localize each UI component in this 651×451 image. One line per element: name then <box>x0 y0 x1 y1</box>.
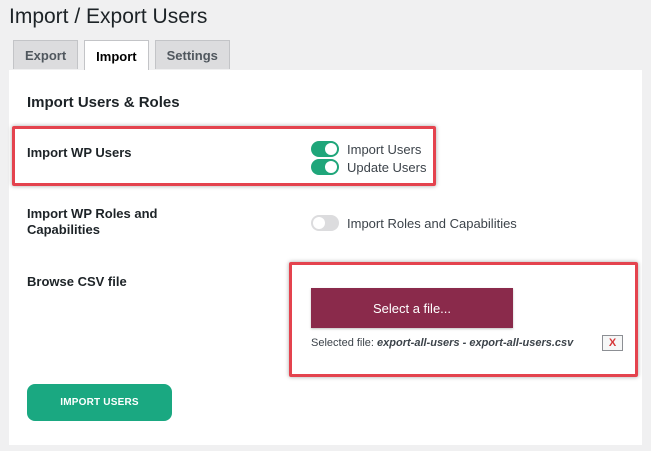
toggle-knob <box>313 217 325 229</box>
import-panel: Import Users & Roles Import WP Users Imp… <box>9 70 642 445</box>
import-users-button[interactable]: IMPORT USERS <box>27 384 172 421</box>
page-title: Import / Export Users <box>9 5 208 28</box>
import-roles-toggle[interactable] <box>311 215 339 231</box>
import-roles-label-line1: Import WP Roles and <box>27 206 158 221</box>
update-users-label: Update Users <box>347 159 427 175</box>
selected-file-name: export-all-users - export-all-users.csv <box>377 337 574 349</box>
selected-file-text: Selected file: export-all-users - export… <box>311 337 573 349</box>
toggle-knob <box>325 143 337 155</box>
selected-file-prefix: Selected file: <box>311 337 374 349</box>
select-file-button[interactable]: Select a file... <box>311 288 513 328</box>
tab-bar: Export Import Settings <box>13 40 230 71</box>
tab-export[interactable]: Export <box>13 40 79 69</box>
import-roles-label-line2: Capabilities <box>27 222 100 237</box>
import-users-toggle[interactable] <box>311 141 339 157</box>
import-users-toggle-row: Import Users <box>311 140 421 158</box>
remove-file-button[interactable]: X <box>602 335 623 351</box>
update-users-toggle[interactable] <box>311 159 339 175</box>
toggle-knob <box>325 161 337 173</box>
browse-csv-label: Browse CSV file <box>27 274 127 289</box>
import-roles-label: Import WP Roles and Capabilities <box>27 206 158 238</box>
close-icon: X <box>608 337 617 349</box>
tab-import[interactable]: Import <box>84 40 149 71</box>
import-roles-toggle-label: Import Roles and Capabilities <box>347 215 517 231</box>
section-title: Import Users & Roles <box>27 94 180 111</box>
import-users-label: Import Users <box>347 141 422 157</box>
tab-settings[interactable]: Settings <box>154 40 230 69</box>
import-wp-users-label: Import WP Users <box>27 145 132 160</box>
import-roles-toggle-row: Import Roles and Capabilities <box>311 214 517 232</box>
update-users-toggle-row: Update Users <box>311 158 426 176</box>
